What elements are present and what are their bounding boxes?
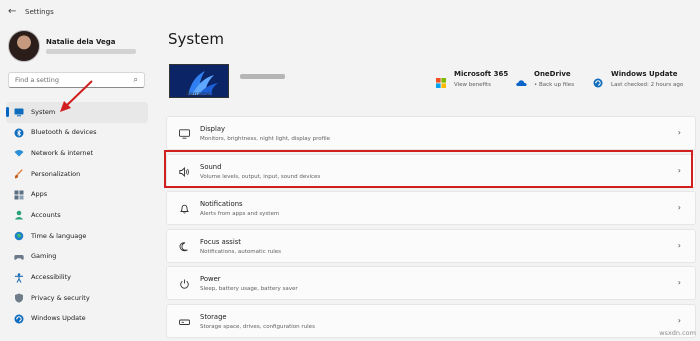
chevron-right-icon: › (677, 315, 681, 325)
chevron-right-icon: › (677, 128, 681, 137)
update-icon (14, 314, 24, 324)
page-title: System (168, 30, 224, 48)
system-icon (14, 107, 24, 117)
sidebar-item-personalization[interactable]: Personalization (6, 164, 148, 185)
nav-list: System Bluetooth & devices Network & int… (6, 102, 148, 330)
onedrive-icon (516, 73, 527, 86)
row-subtitle: Volume levels, output, input, sound devi… (200, 173, 321, 180)
sidebar-item-label: Privacy & security (31, 293, 90, 302)
sidebar-item-label: Bluetooth & devices (31, 128, 97, 137)
watermark: wsxdn.com (659, 329, 696, 337)
app-title: Settings (25, 8, 54, 16)
brush-icon (14, 169, 24, 179)
sidebar-item-gaming[interactable]: Gaming (6, 247, 148, 268)
sidebar-item-label: Personalization (31, 169, 81, 178)
sidebar-item-accessibility[interactable]: Accessibility (6, 268, 148, 289)
sidebar: Natalie dela Vega Find a setting ⌕ Syste… (0, 26, 158, 340)
quick-title: Microsoft 365 (454, 70, 509, 78)
settings-list: Display Monitors, brightness, night ligh… (166, 116, 696, 341)
bluetooth-icon (14, 128, 24, 138)
power-icon (179, 279, 190, 289)
main-content: System Rename Microsoft 365 View benefit… (158, 0, 700, 340)
windows-update-tile[interactable]: Windows Update Last checked: 2 hours ago (593, 70, 693, 94)
quick-subtitle: Last checked: 2 hours ago (611, 82, 684, 88)
monitor-icon (179, 129, 190, 139)
sidebar-item-time-language[interactable]: Time & language (6, 226, 148, 247)
back-arrow-icon[interactable]: ← (8, 6, 16, 17)
chevron-right-icon: › (677, 203, 681, 212)
row-subtitle: Notifications, automatic rules (200, 248, 282, 255)
globe-icon (14, 231, 24, 241)
row-title: Power (200, 275, 221, 283)
row-title: Display (200, 125, 226, 133)
bell-icon (179, 204, 190, 214)
quick-title: OneDrive (534, 70, 571, 78)
shield-icon (14, 293, 24, 303)
quick-subtitle: View benefits (454, 82, 492, 88)
speaker-icon (179, 166, 190, 177)
search-icon[interactable]: ⌕ (134, 75, 138, 85)
sidebar-item-windows-update[interactable]: Windows Update (6, 309, 148, 330)
notifications-row[interactable]: Notifications Alerts from apps and syste… (166, 191, 696, 225)
sidebar-item-network[interactable]: Network & internet (6, 143, 148, 164)
sound-row[interactable]: Sound Volume levels, output, input, soun… (166, 153, 696, 188)
power-row[interactable]: Power Sleep, battery usage, battery save… (166, 266, 696, 300)
device-name-redacted (240, 74, 285, 79)
sidebar-item-label: Accessibility (31, 273, 71, 281)
moon-icon (179, 241, 190, 252)
quick-title: Windows Update (611, 70, 678, 78)
onedrive-tile[interactable]: OneDrive • Back up files (516, 70, 586, 94)
user-email-redacted (46, 49, 136, 54)
wifi-icon (14, 148, 24, 158)
row-subtitle: Alerts from apps and system (200, 211, 280, 217)
sidebar-item-label: Windows Update (31, 314, 86, 323)
sidebar-item-label: System (31, 107, 56, 116)
apps-icon (14, 190, 24, 200)
storage-icon (179, 317, 190, 327)
microsoft-icon (436, 73, 446, 88)
sidebar-item-label: Gaming (31, 252, 57, 261)
sidebar-item-accounts[interactable]: Accounts (6, 205, 148, 226)
sidebar-item-label: Apps (31, 190, 48, 199)
sidebar-item-bluetooth[interactable]: Bluetooth & devices (6, 123, 148, 144)
row-title: Storage (200, 312, 227, 321)
microsoft-365-tile[interactable]: Microsoft 365 View benefits (436, 70, 516, 94)
rename-link[interactable]: Rename (186, 91, 211, 98)
sidebar-item-label: Accounts (31, 210, 61, 219)
row-subtitle: Storage space, drives, configuration rul… (200, 323, 315, 330)
chevron-right-icon: › (677, 278, 681, 287)
sidebar-item-apps[interactable]: Apps (6, 185, 148, 206)
sidebar-item-label: Network & internet (31, 148, 94, 157)
row-title: Notifications (200, 200, 243, 208)
annotation-arrow-icon (60, 80, 93, 112)
avatar[interactable] (8, 30, 40, 62)
chevron-right-icon: › (677, 240, 681, 250)
gamepad-icon (14, 252, 24, 262)
sidebar-item-label: Time & language (31, 231, 87, 240)
accessibility-icon (14, 272, 24, 283)
quick-subtitle: • Back up files (534, 82, 575, 88)
search-placeholder: Find a setting (15, 76, 59, 84)
sidebar-item-privacy[interactable]: Privacy & security (6, 288, 148, 309)
row-subtitle: Sleep, battery usage, battery saver (200, 286, 298, 292)
person-icon (14, 210, 24, 220)
row-subtitle: Monitors, brightness, night light, displ… (200, 136, 331, 142)
update-icon (593, 73, 603, 88)
user-name: Natalie dela Vega (46, 38, 116, 46)
chevron-right-icon: › (677, 165, 681, 175)
focus-assist-row[interactable]: Focus assist Notifications, automatic ru… (166, 228, 696, 263)
display-row[interactable]: Display Monitors, brightness, night ligh… (166, 116, 696, 150)
row-title: Focus assist (200, 237, 241, 246)
storage-row[interactable]: Storage Storage space, drives, configura… (166, 303, 696, 338)
row-title: Sound (200, 162, 222, 171)
